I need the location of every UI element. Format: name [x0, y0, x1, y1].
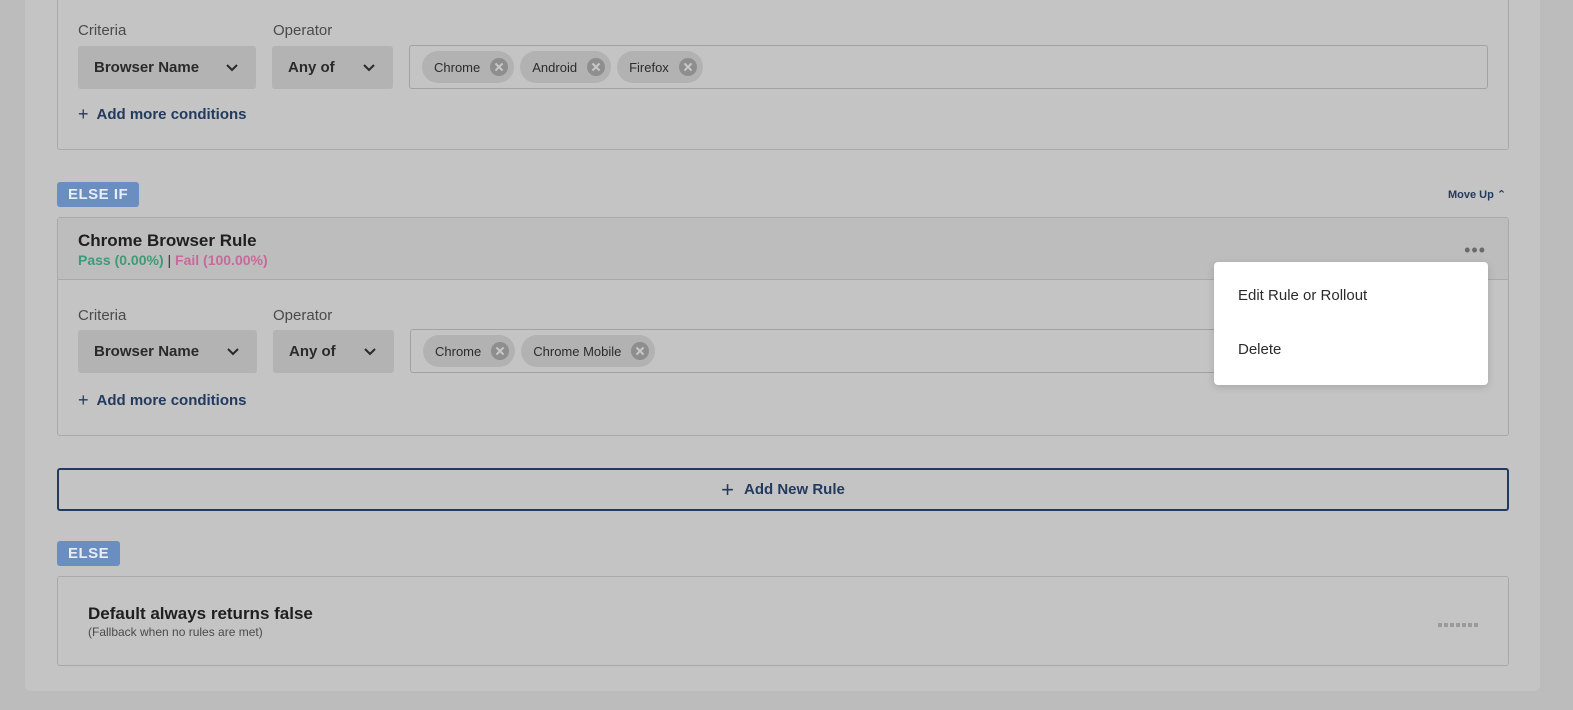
move-up-button[interactable]: Move Up ⌃ [1448, 188, 1506, 201]
criteria-label: Criteria [78, 22, 127, 39]
criteria-dropdown[interactable]: Browser Name [78, 46, 256, 89]
plus-icon: + [78, 104, 89, 124]
criteria-dropdown[interactable]: Browser Name [78, 330, 257, 373]
operator-value: Any of [288, 59, 335, 76]
operator-label: Operator [273, 22, 333, 39]
default-rule-title: Default always returns false [88, 604, 313, 623]
remove-chip-icon[interactable] [587, 58, 606, 76]
operator-label: Operator [273, 307, 333, 324]
rule-stats: Pass (0.00%) | Fail (100.00%) [78, 252, 268, 268]
chevron-down-icon [364, 348, 376, 356]
value-chip: Chrome Mobile [521, 335, 656, 367]
plus-icon: + [78, 390, 89, 410]
stat-separator: | [167, 252, 172, 268]
chevron-down-icon [363, 64, 375, 72]
rule-card-1: Criteria Operator Browser Name Any of Ch… [57, 0, 1509, 150]
add-conditions-link[interactable]: + Add more conditions [78, 391, 247, 409]
operator-dropdown[interactable]: Any of [273, 330, 394, 373]
pass-stat: Pass (0.00%) [78, 252, 164, 268]
remove-chip-icon[interactable] [678, 58, 697, 76]
else-tag: ELSE [57, 541, 121, 566]
fail-stat: Fail (100.00%) [175, 252, 268, 268]
menu-item-edit-rule[interactable]: Edit Rule or Rollout [1238, 287, 1367, 304]
rule-title: Chrome Browser Rule [78, 231, 257, 250]
else-if-tag: ELSE IF [57, 182, 140, 207]
criteria-label: Criteria [78, 307, 127, 324]
add-conditions-link[interactable]: + Add more conditions [78, 105, 247, 123]
remove-chip-icon[interactable] [631, 342, 650, 360]
value-chip: Chrome [422, 51, 515, 83]
more-options-icon[interactable]: ••• [1464, 240, 1486, 261]
operator-dropdown[interactable]: Any of [272, 46, 393, 89]
remove-chip-icon[interactable] [491, 342, 510, 360]
values-input[interactable]: Chrome Android Firefox [409, 45, 1488, 89]
default-rule-card: Default always returns false (Fallback w… [57, 576, 1509, 666]
criteria-value: Browser Name [94, 59, 200, 76]
add-new-rule-button[interactable]: + Add New Rule [57, 468, 1509, 511]
default-rule-subtitle: (Fallback when no rules are met) [88, 625, 263, 639]
menu-item-delete[interactable]: Delete [1238, 341, 1281, 358]
operator-value: Any of [289, 343, 336, 360]
plus-icon: + [721, 476, 734, 502]
chevron-down-icon [227, 348, 239, 356]
criteria-value: Browser Name [94, 343, 200, 360]
value-chip: Chrome [423, 335, 516, 367]
drag-handle-icon[interactable] [1438, 623, 1478, 627]
value-chip: Android [520, 51, 612, 83]
chevron-down-icon [226, 64, 238, 72]
rule-context-menu: Edit Rule or Rollout Delete [1214, 262, 1488, 385]
remove-chip-icon[interactable] [490, 58, 509, 76]
value-chip: Firefox [617, 51, 703, 83]
